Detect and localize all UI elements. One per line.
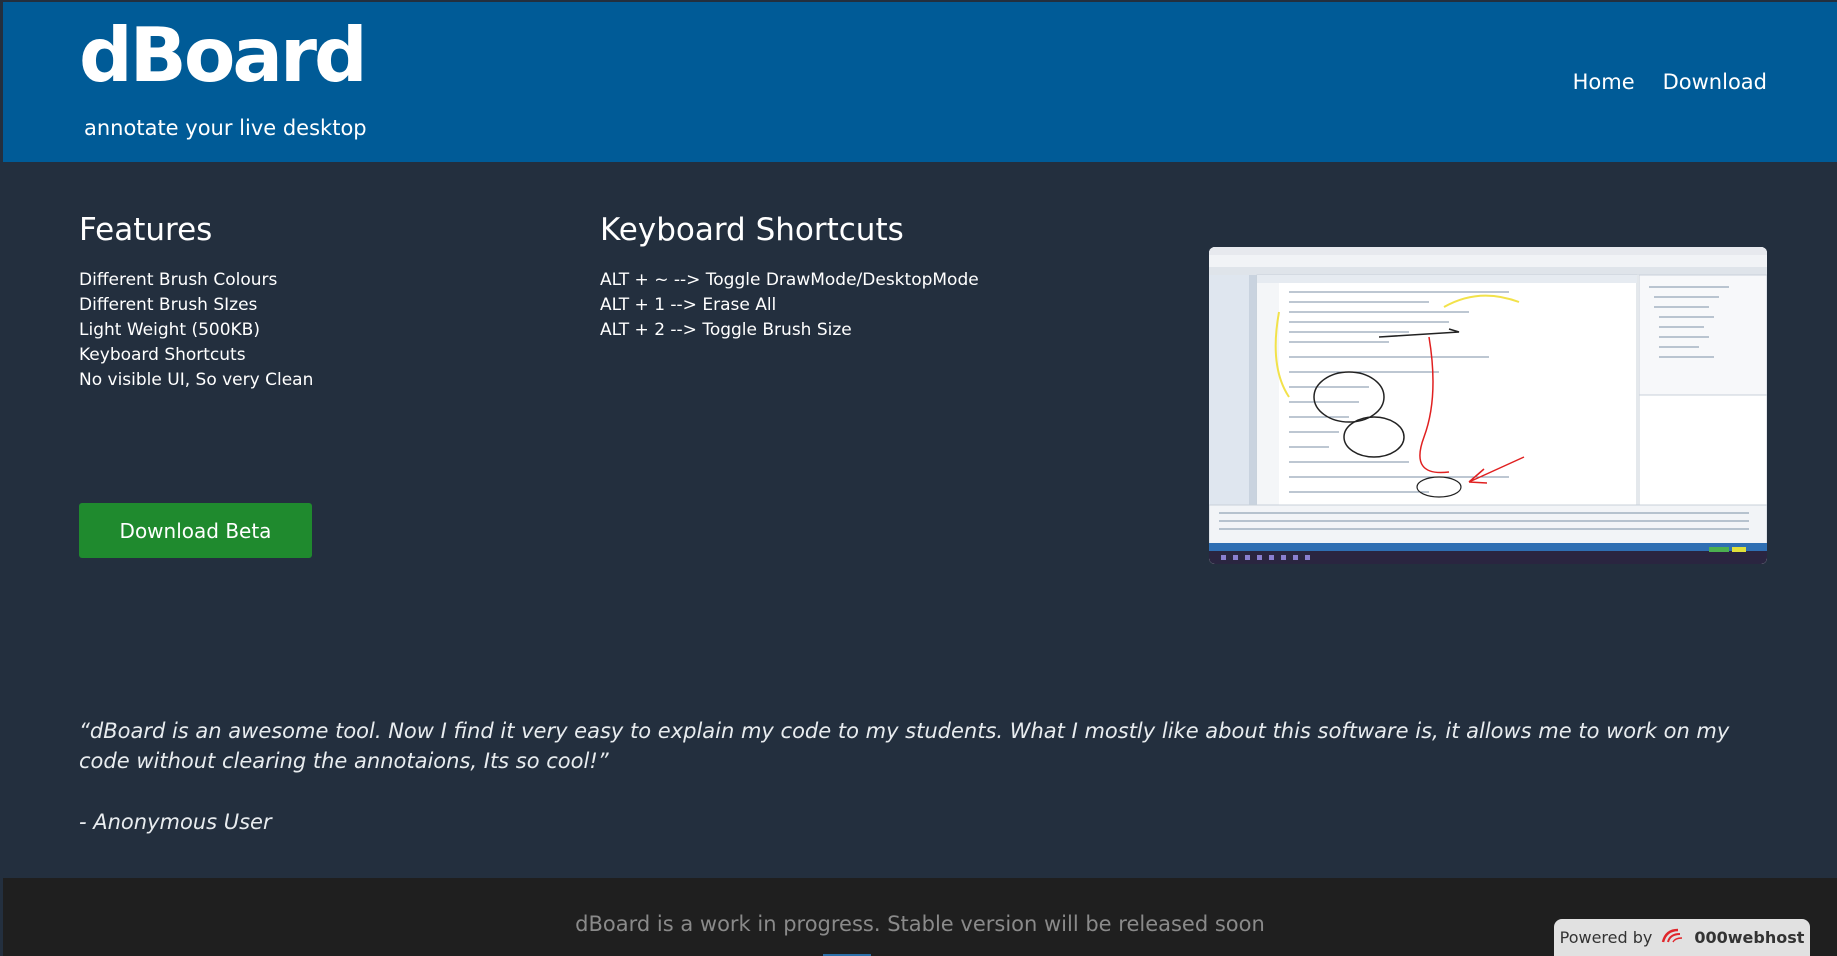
feature-item: No visible UI, So very Clean <box>79 370 314 390</box>
site-logo[interactable]: dBoard <box>79 10 368 100</box>
shortcut-item: ALT + 2 --> Toggle Brush Size <box>600 320 852 340</box>
testimonial-quote: “dBoard is an awesome tool. Now I find i… <box>79 719 1730 773</box>
powered-by-badge[interactable]: Powered by 000webhost <box>1554 919 1810 956</box>
shortcuts-list: ALT + ~ --> Toggle DrawMode/DesktopMode … <box>600 268 979 343</box>
shortcuts-title: Keyboard Shortcuts <box>600 212 904 248</box>
shortcut-item: ALT + 1 --> Erase All <box>600 295 777 315</box>
main-content: Features Different Brush Colours Differe… <box>3 162 1837 878</box>
feature-item: Different Brush SIzes <box>79 295 258 315</box>
feature-item: Keyboard Shortcuts <box>79 345 246 365</box>
main-nav: Home Download <box>1573 70 1767 94</box>
nav-home-link[interactable]: Home <box>1573 70 1635 94</box>
webhost-logo-icon <box>1660 927 1686 949</box>
feature-item: Light Weight (500KB) <box>79 320 260 340</box>
powered-by-label: Powered by <box>1559 928 1653 947</box>
features-list: Different Brush Colours Different Brush … <box>79 268 313 393</box>
features-title: Features <box>79 212 213 248</box>
feature-item: Different Brush Colours <box>79 270 278 290</box>
app-screenshot <box>1209 247 1767 564</box>
site-header: dBoard annotate your live desktop Home D… <box>3 2 1837 162</box>
nav-download-link[interactable]: Download <box>1663 70 1767 94</box>
testimonial-author: - Anonymous User <box>79 810 272 834</box>
webhost-brand: 000webhost <box>1694 928 1805 947</box>
shortcut-item: ALT + ~ --> Toggle DrawMode/DesktopMode <box>600 270 979 290</box>
screenshot-image <box>1209 247 1767 564</box>
download-beta-button[interactable]: Download Beta <box>79 503 312 558</box>
site-tagline: annotate your live desktop <box>84 116 367 140</box>
